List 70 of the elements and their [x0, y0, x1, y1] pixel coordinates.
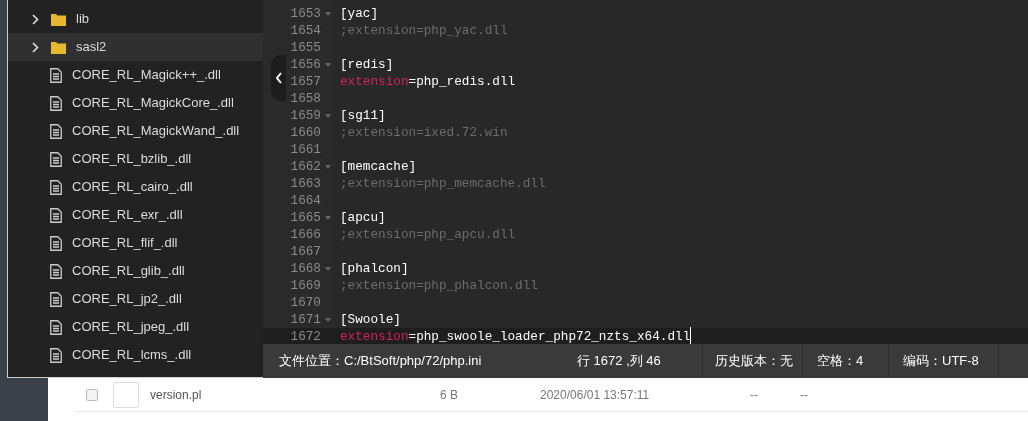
history-version[interactable]: 历史版本：无: [715, 351, 793, 371]
fold-arrow-icon[interactable]: [325, 266, 331, 271]
fold-arrow-icon[interactable]: [325, 62, 331, 67]
code-line: ;extension=ixed.72.win: [340, 124, 508, 142]
document-icon: [50, 179, 62, 195]
document-icon: [50, 235, 62, 251]
code-line: [sg11]: [340, 107, 386, 125]
line-number: 1668: [290, 260, 321, 278]
document-icon: [50, 263, 62, 279]
code-line: [memcache]: [340, 158, 417, 176]
folder-icon: [51, 40, 66, 54]
line-number: 1669: [290, 277, 321, 295]
fold-arrow-icon[interactable]: [325, 215, 331, 220]
code-line: [phalcon]: [340, 260, 409, 278]
code-line: [Swoole]: [340, 311, 401, 329]
code-line: [redis]: [340, 56, 394, 74]
folder-icon: [51, 12, 66, 26]
line-number: 1663: [290, 175, 321, 193]
file-date: 2020/06/01 13:57:11: [540, 386, 651, 404]
line-number: 1672: [290, 328, 321, 344]
document-icon: [50, 291, 62, 307]
document-icon: [50, 207, 62, 223]
line-number: 1654: [290, 22, 321, 40]
table-cell-text: --: [750, 386, 759, 404]
indent-setting[interactable]: 空格：4: [817, 351, 864, 371]
line-number: 1658: [290, 90, 321, 108]
document-icon: [50, 347, 62, 363]
line-number: 1664: [290, 192, 321, 210]
encoding-setting[interactable]: 编码：UTF-8: [903, 351, 979, 371]
chevron-right-icon: [32, 41, 39, 53]
collapse-tab[interactable]: [271, 55, 286, 101]
sidebar-item[interactable]: sasl2: [8, 33, 263, 61]
line-number: 1656: [290, 56, 321, 74]
line-number: 1657: [290, 73, 321, 91]
line-number: 1665: [290, 209, 321, 227]
code-line: [yac]: [340, 5, 379, 23]
document-icon: [50, 67, 62, 83]
fold-arrow-icon[interactable]: [325, 164, 331, 169]
line-number: 1671: [290, 311, 321, 329]
code-line: ;extension=php_memcache.dll: [340, 175, 546, 193]
cursor-position[interactable]: 行 1672 ,列 46: [577, 351, 661, 371]
line-number: 1666: [290, 226, 321, 244]
code-line: [apcu]: [340, 209, 386, 227]
line-number: 1667: [290, 243, 321, 261]
chevron-left-icon: [274, 72, 283, 84]
chevron-right-icon: [32, 13, 39, 25]
line-number: 1670: [290, 294, 321, 312]
fold-arrow-icon[interactable]: [325, 317, 331, 322]
file-location[interactable]: 文件位置：C:/BtSoft/php/72/php.ini: [279, 351, 482, 371]
line-number: 1660: [290, 124, 321, 142]
line-number: 1662: [290, 158, 321, 176]
checkbox[interactable]: [86, 388, 98, 401]
document-icon: [50, 319, 62, 335]
line-number: 1659: [290, 107, 321, 125]
file-size: 6 B: [440, 386, 459, 404]
fold-arrow-icon[interactable]: [325, 11, 331, 16]
table-cell-text: --: [800, 386, 809, 404]
file-thumbnail: [113, 381, 139, 408]
line-number: 1661: [290, 141, 321, 159]
fold-arrow-icon[interactable]: [325, 113, 331, 118]
document-icon: [50, 95, 62, 111]
code-line: ;extension=php_yac.dll: [340, 22, 508, 40]
code-line: ;extension=php_phalcon.dll: [340, 277, 538, 295]
code-line: ;extension=php_apcu.dll: [340, 226, 516, 244]
line-number: 1655: [290, 39, 321, 57]
file-name[interactable]: version.pl: [150, 385, 440, 404]
code-line: extension=php_redis.dll: [340, 73, 516, 91]
line-number: 1653: [290, 5, 321, 23]
document-icon: [50, 151, 62, 167]
document-icon: [50, 123, 62, 139]
